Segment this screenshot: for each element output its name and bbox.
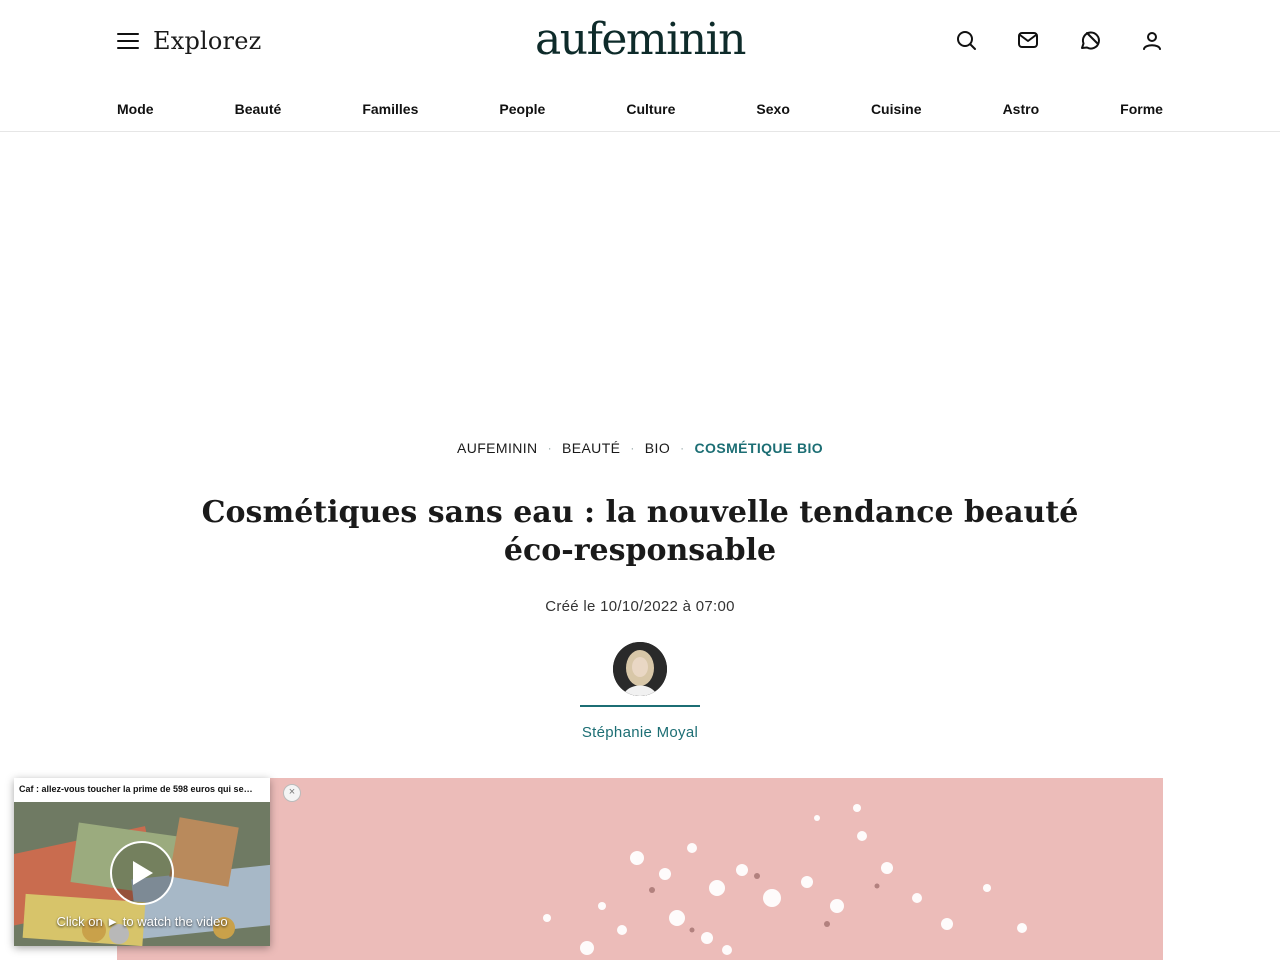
play-icon[interactable] [110, 841, 174, 905]
video-popup-title[interactable]: Caf : allez-vous toucher la prime de 598… [19, 784, 269, 794]
breadcrumb-separator: · [630, 441, 635, 455]
nav-item-astro[interactable]: Astro [1003, 101, 1040, 117]
breadcrumb-separator: · [680, 441, 685, 455]
nav-item-people[interactable]: People [499, 101, 545, 117]
main-nav: Mode Beauté Familles People Culture Sexo… [117, 101, 1163, 117]
nav-item-sexo[interactable]: Sexo [756, 101, 789, 117]
author-divider [580, 705, 700, 707]
breadcrumb-item-aufeminin[interactable]: AUFEMININ [457, 440, 538, 456]
nav-item-culture[interactable]: Culture [626, 101, 675, 117]
breadcrumb-separator: · [547, 441, 552, 455]
user-icon[interactable] [1140, 28, 1164, 52]
nav-item-beaute[interactable]: Beauté [235, 101, 282, 117]
article-hero-image [117, 778, 1163, 960]
nav-item-forme[interactable]: Forme [1120, 101, 1163, 117]
breadcrumb: AUFEMININ · BEAUTÉ · BIO · COSMÉTIQUE BI… [0, 440, 1280, 456]
chat-icon[interactable] [1078, 28, 1102, 52]
article-title: Cosmétiques sans eau : la nouvelle tenda… [201, 495, 1079, 568]
header-icons [954, 28, 1164, 52]
video-popup: Caf : allez-vous toucher la prime de 598… [14, 778, 270, 946]
nav-item-mode[interactable]: Mode [117, 101, 154, 117]
video-cta: Click on ► to watch the video [56, 914, 228, 929]
mail-icon[interactable] [1016, 28, 1040, 52]
site-header: Explorez aufeminin Mode Beauté Familles … [0, 0, 1280, 132]
breadcrumb-item-cosmetique-bio[interactable]: COSMÉTIQUE BIO [695, 440, 824, 456]
search-icon[interactable] [954, 28, 978, 52]
author-avatar[interactable] [613, 642, 667, 696]
video-player[interactable]: Click on ► to watch the video [14, 802, 270, 946]
nav-item-cuisine[interactable]: Cuisine [871, 101, 922, 117]
breadcrumb-item-beaute[interactable]: BEAUTÉ [562, 440, 620, 456]
close-video-button[interactable]: × [283, 784, 301, 802]
author-name[interactable]: Stéphanie Moyal [0, 724, 1280, 741]
article-date: Créé le 10/10/2022 à 07:00 [545, 598, 735, 615]
breadcrumb-item-bio[interactable]: BIO [645, 440, 670, 456]
nav-item-familles[interactable]: Familles [362, 101, 418, 117]
